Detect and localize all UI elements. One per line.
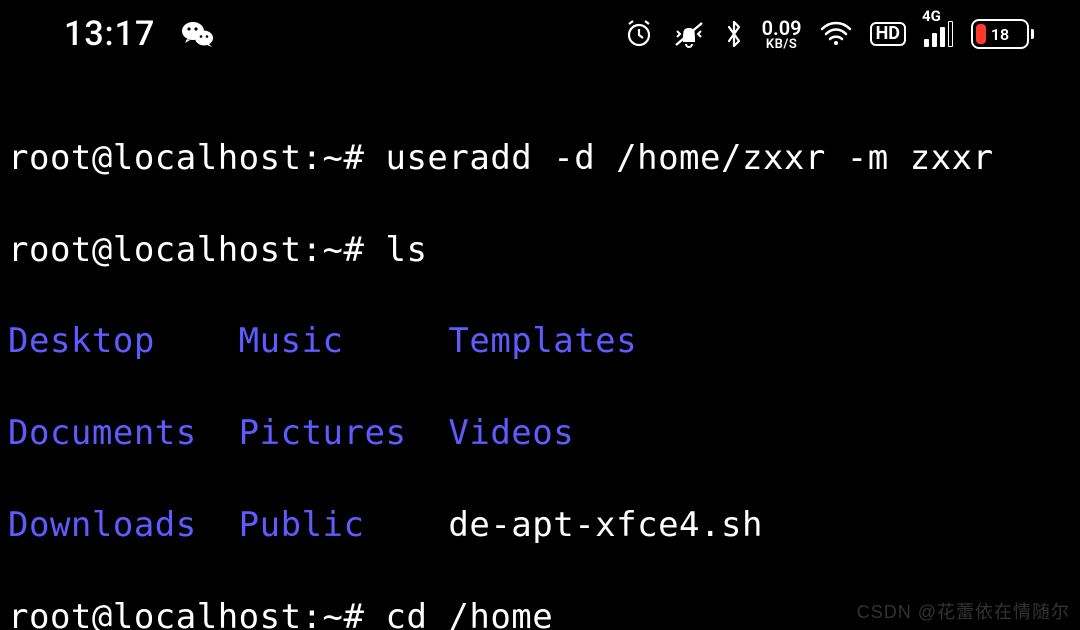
net-unit: KB/S [766, 38, 797, 51]
term-line: root@localhost:~# useradd -d /home/zxxr … [8, 136, 1072, 182]
status-left: 13:17 [64, 14, 215, 54]
watermark: CSDN @花蕾依在情随尔 [857, 598, 1070, 624]
battery-indicator: 18 [971, 19, 1034, 49]
file-entry: de-apt-xfce4.sh [448, 505, 763, 545]
vibrate-icon [672, 19, 706, 49]
dir-entry: Public [239, 505, 449, 545]
clock: 13:17 [64, 14, 155, 54]
wechat-icon [181, 19, 215, 49]
term-line: Documents Pictures Videos [8, 411, 1072, 457]
command: cd /home [385, 597, 553, 630]
dir-entry: Videos [448, 413, 574, 453]
terminal[interactable]: root@localhost:~# useradd -d /home/zxxr … [0, 68, 1080, 630]
alarm-icon [624, 19, 654, 49]
cell-label: 4G [922, 7, 941, 25]
hd-badge: HD [870, 22, 906, 46]
net-value: 0.09 [762, 18, 802, 38]
dir-entry: Downloads [8, 505, 239, 545]
prompt: root@localhost:~# [8, 230, 385, 270]
network-speed: 0.09 KB/S [762, 18, 802, 51]
term-line: Desktop Music Templates [8, 319, 1072, 365]
prompt: root@localhost:~# [8, 138, 385, 178]
prompt: root@localhost:~# [8, 597, 385, 630]
term-line: root@localhost:~# ls [8, 228, 1072, 274]
bluetooth-icon [724, 19, 744, 49]
status-bar: 13:17 [0, 0, 1080, 68]
wifi-icon [820, 21, 852, 47]
dir-entry: Pictures [239, 413, 449, 453]
dir-entry: Documents [8, 413, 239, 453]
status-right: 0.09 KB/S HD 4G 18 [624, 18, 1034, 51]
battery-pct: 18 [991, 25, 1009, 44]
term-line: Downloads Public de-apt-xfce4.sh [8, 503, 1072, 549]
dir-entry: Music [239, 321, 449, 361]
dir-entry: Desktop [8, 321, 239, 361]
cellular-icon: 4G [924, 21, 953, 47]
command: ls [385, 230, 427, 270]
dir-entry: Templates [448, 321, 637, 361]
command: useradd -d /home/zxxr -m zxxr [385, 138, 993, 178]
